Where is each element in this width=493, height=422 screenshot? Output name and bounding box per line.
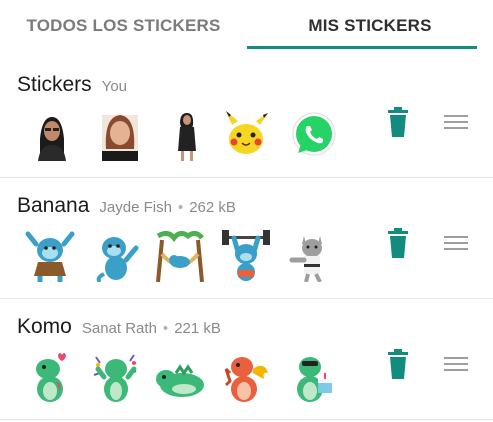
monkey-hammock-sticker [156,230,204,282]
sticker-pack-row[interactable]: Banana Jayde Fish • 262 kB [0,178,493,299]
pack-name: Komo [17,315,72,338]
drag-handle-icon[interactable] [444,236,468,252]
drag-handle-icon[interactable] [444,115,468,131]
dino-party-sticker [93,354,137,402]
delete-icon[interactable] [384,349,412,379]
separator-dot: • [177,199,184,216]
tab-bar: TODOS LOS STICKERS MIS STICKERS [0,0,493,52]
tab-all-stickers[interactable]: TODOS LOS STICKERS [0,0,247,52]
pack-name: Banana [17,194,90,217]
dino-hearts-sticker [36,353,66,402]
monkey-waving-sticker [96,237,139,282]
pack-name: Stickers [17,73,92,96]
pack-author: Jayde Fish [99,199,172,216]
sticker-pack-row[interactable]: Stickers You [0,57,493,178]
dino-lying-sticker [156,364,204,397]
cat-karate-sticker [289,236,322,282]
pack-header: Stickers You [17,73,127,99]
dino-cake-sticker [297,357,332,402]
pikachu-sticker [226,111,268,154]
pack-size: 262 kB [189,199,236,216]
delete-icon[interactable] [384,107,412,137]
woman-glasses-photo-sticker [38,117,66,161]
monkey-hula-sticker [25,231,75,282]
active-tab-indicator [247,46,477,49]
whatsapp-logo-sticker [292,112,336,156]
pack-header: Komo Sanat Rath • 221 kB [17,315,221,341]
woman-standing-photo-sticker [178,113,196,161]
pack-info: Sanat Rath • 221 kB [82,320,221,337]
monkey-weights-sticker [222,230,270,281]
sticker-pack-row[interactable]: Komo Sanat Rath • 221 kB [0,299,493,420]
drag-handle-icon[interactable] [444,357,468,373]
pack-info: Jayde Fish • 262 kB [99,199,236,216]
woman-portrait-photo-sticker [102,115,138,161]
delete-icon[interactable] [384,228,412,258]
pack-size: 221 kB [174,320,221,337]
dino-fire-sticker [224,357,268,402]
pack-author: You [101,78,127,95]
pack-author: Sanat Rath [81,320,157,337]
separator-dot: • [162,320,169,337]
tab-my-stickers[interactable]: MIS STICKERS [247,0,493,52]
pack-header: Banana Jayde Fish • 262 kB [17,194,236,220]
